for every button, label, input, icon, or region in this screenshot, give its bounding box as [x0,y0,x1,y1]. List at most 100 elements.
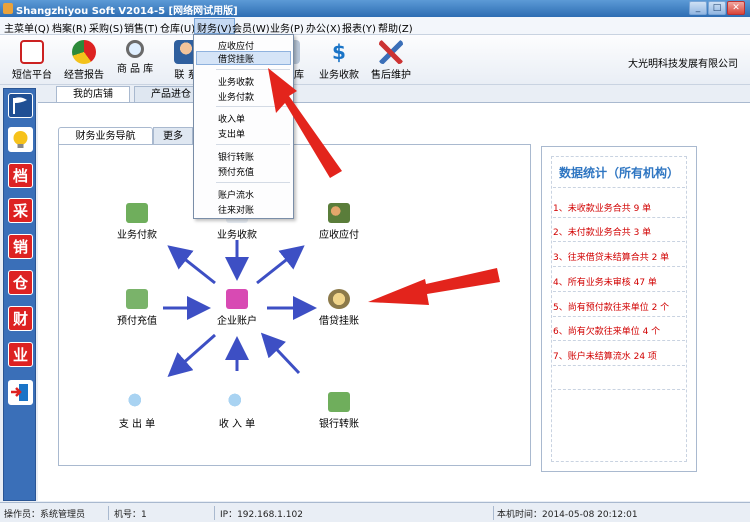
maximize-button[interactable]: □ [708,1,726,15]
bank-transfer-icon [328,392,350,412]
tab-more[interactable]: 更多 [153,127,193,145]
status-time: 本机时间：2014-05-08 20:12:01 [497,510,638,520]
page-tabs: 我的店铺 产品进仓 [38,86,750,102]
pie-chart-icon [72,40,96,64]
nav-enterprise-account[interactable]: 企业账户 [207,289,267,327]
exit-door-icon [11,384,28,401]
stat-item[interactable]: 6、尚有欠款往来单位 4 个 [553,324,660,337]
tab-finance-nav[interactable]: 财务业务导航 [58,127,153,145]
dropdown-item[interactable]: 预付充值 [218,165,254,178]
company-name: 大光明科技发展有限公司 [628,59,738,70]
nav-prepaid-recharge[interactable]: 预付充值 [107,289,167,327]
shortcut-finance[interactable]: 财 [8,306,33,331]
menu-separator [216,144,290,145]
divider [553,187,685,188]
menu-separator [216,106,290,107]
balloon-plus-icon [226,392,248,412]
shortcut-archive[interactable]: 档 [8,163,33,188]
menu-main[interactable]: 主菜单(Q) [4,20,50,35]
status-ip: IP：192.168.1.102 [220,510,303,520]
shortcut-flag[interactable] [8,93,33,118]
dropdown-item[interactable]: 收入单 [218,112,245,125]
dropdown-item[interactable]: 账户流水 [218,188,254,201]
shortcut-idea[interactable] [8,127,33,152]
dropdown-item-highlighted[interactable]: 借贷挂账 [196,51,291,65]
payment-doc-icon [126,203,148,223]
dollar-icon: $ [332,40,346,64]
nav-income-slip[interactable]: 收 入 单 [207,392,267,430]
app-window: Shangzhiyou Soft V2014-5 [网络网试用版] _ □ ✕ … [0,0,750,522]
divider [553,365,685,366]
minimize-button[interactable]: _ [689,1,707,15]
stats-panel: 数据统计（所有机构） 1、未收款业务合共 9 单 2、未付款业务合共 3 单 3… [541,146,697,472]
tools-icon [379,40,403,64]
app-icon [3,3,13,14]
nav-receivable-payable[interactable]: 应收应付 [309,203,369,241]
tab-my-store[interactable]: 我的店铺 [56,86,130,102]
divider [553,340,685,341]
people-icon [328,203,350,223]
divider [553,241,685,242]
menu-finance[interactable]: 财务(V) [194,18,235,35]
dropdown-item[interactable]: 业务收款 [218,75,254,88]
title-bar: Shangzhiyou Soft V2014-5 [网络网试用版] _ □ ✕ [0,0,750,17]
nav-bank-transfer[interactable]: 银行转账 [309,392,369,430]
dropdown-item[interactable]: 往来对账 [218,203,254,216]
status-operator: 操作员：系统管理员 [4,510,86,520]
menu-office[interactable]: 办公(X) [306,20,341,35]
dropdown-item[interactable]: 银行转账 [218,150,254,163]
menu-archive[interactable]: 档案(R) [52,20,87,35]
lightbulb-icon [13,131,28,148]
stat-item[interactable]: 4、所有业务未审核 47 单 [553,275,657,288]
shortcut-sales[interactable]: 销 [8,234,33,259]
divider [553,266,685,267]
shortcut-exit[interactable] [8,380,33,405]
clock-coins-icon [328,289,350,309]
toolbar: 短信平台 经营报告 商 品 库 联 系 库 $ 业务收款 售后维护 大光明科技发… [0,35,750,85]
status-separator [214,506,215,520]
menu-member[interactable]: 会员(W) [232,20,270,35]
status-machine: 机号：1 [114,510,147,520]
stat-item[interactable]: 5、尚有预付款往来单位 2 个 [553,300,669,313]
menu-business[interactable]: 业务(P) [270,20,304,35]
tool-product-library[interactable]: 商 品 库 [109,37,161,83]
tool-business-receipt[interactable]: $ 业务收款 [313,37,365,83]
status-separator [108,506,109,520]
close-button[interactable]: ✕ [727,1,745,15]
tool-business-report[interactable]: 经营报告 [58,37,110,83]
tool-sms-platform[interactable]: 短信平台 [6,37,58,83]
menu-separator [216,69,290,70]
flag-icon [13,97,27,114]
stat-item[interactable]: 7、账户未结算流水 24 项 [553,349,657,362]
shortcut-business[interactable]: 业 [8,342,33,367]
menu-bar: 主菜单(Q) 档案(R) 采购(S) 销售(T) 仓库(U) 财务(V) 会员(… [0,17,750,35]
nav-loan-hold[interactable]: 借贷挂账 [309,289,369,327]
menu-warehouse[interactable]: 仓库(U) [160,20,195,35]
divider [553,291,685,292]
left-shortcut-bar: 档 采 销 仓 财 业 [3,88,36,501]
stat-item[interactable]: 1、未收款业务合共 9 单 [553,201,651,214]
stat-item[interactable]: 3、往来借贷未结算合共 2 单 [553,250,669,263]
menu-separator [216,182,290,183]
account-tag-icon [226,289,248,309]
menu-report[interactable]: 报表(Y) [342,20,376,35]
status-bar: 操作员：系统管理员 机号：1 IP：192.168.1.102 本机时间：201… [0,502,750,522]
finance-dropdown-menu: 应收应付 借贷挂账 业务收款 业务付款 收入单 支出单 银行转账 预付充值 账户… [193,34,294,219]
menu-help[interactable]: 帮助(Z) [378,20,413,35]
tool-after-sales[interactable]: 售后维护 [365,37,417,83]
balloon-minus-icon [126,392,148,412]
menu-sales[interactable]: 销售(T) [124,20,158,35]
magnifier-icon [126,40,144,58]
status-separator [493,506,494,520]
divider [553,316,685,317]
nav-expense-slip[interactable]: 支 出 单 [107,392,167,430]
nav-business-payment[interactable]: 业务付款 [107,203,167,241]
dropdown-item[interactable]: 支出单 [218,127,245,140]
menu-purchase[interactable]: 采购(S) [89,20,123,35]
dropdown-item[interactable]: 业务付款 [218,90,254,103]
window-title: Shangzhiyou Soft V2014-5 [网络网试用版] [16,6,238,17]
divider [553,389,685,390]
stat-item[interactable]: 2、未付款业务合共 3 单 [553,225,651,238]
shortcut-purchase[interactable]: 采 [8,198,33,223]
shortcut-warehouse[interactable]: 仓 [8,270,33,295]
